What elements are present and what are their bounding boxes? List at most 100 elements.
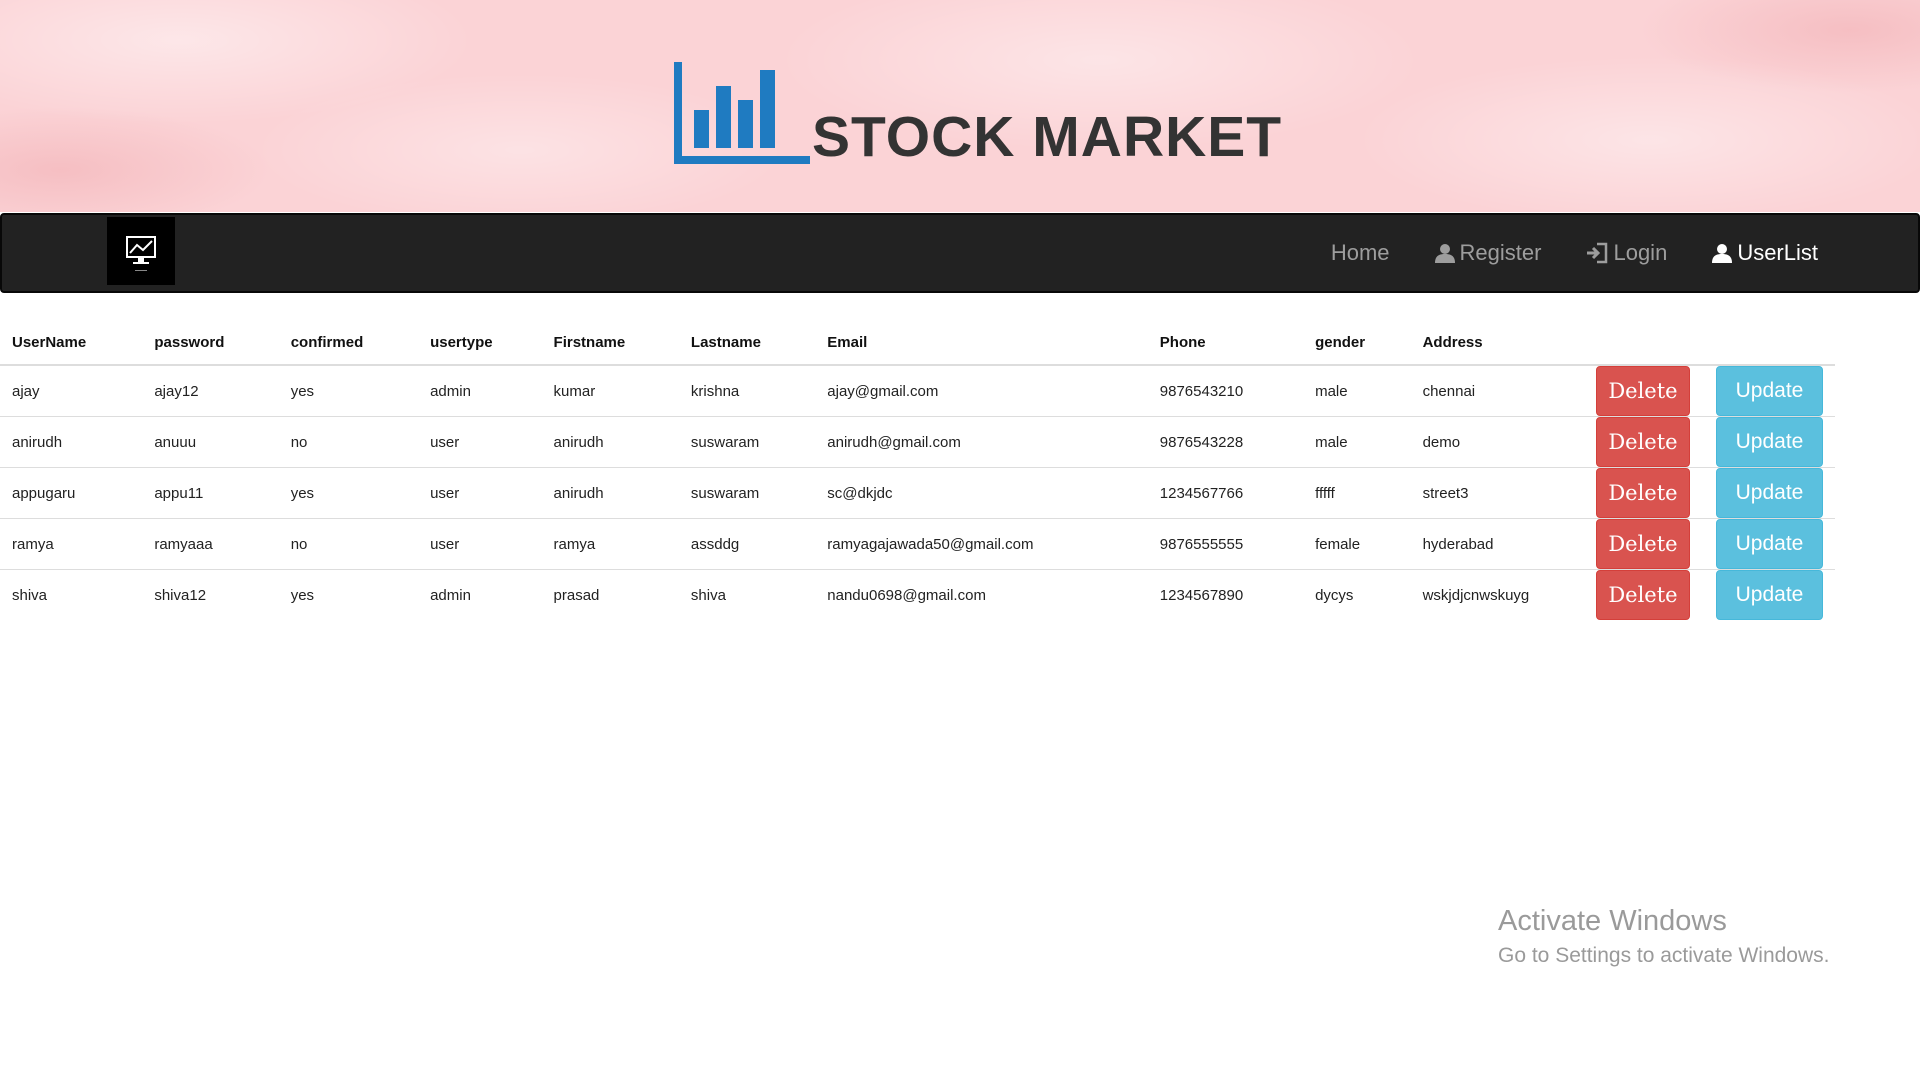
cell-firstname: prasad	[541, 569, 679, 620]
nav-register-label: Register	[1459, 240, 1542, 265]
table-row: anirudh anuuu no user anirudh suswaram a…	[0, 416, 1835, 468]
nav-home[interactable]: Home	[1331, 240, 1390, 266]
cell-gender: fffff	[1303, 467, 1411, 519]
table-row: shiva shiva12 yes admin prasad shiva nan…	[0, 569, 1835, 620]
cell-password: ramyaaa	[142, 518, 279, 570]
cell-email: ajay@gmail.com	[827, 382, 939, 400]
column-header: UserName	[0, 320, 143, 366]
column-header: Email	[815, 320, 1148, 366]
cell-username: ajay	[12, 382, 40, 400]
cell-lastname: suswaram	[678, 416, 816, 468]
cell-phone: 9876555555	[1147, 518, 1304, 570]
cell-email: ramyagajawada50@gmail.com	[815, 518, 1148, 570]
user-icon	[1712, 244, 1733, 263]
cell-phone: 1234567766	[1147, 467, 1304, 519]
cell-gender: male	[1303, 416, 1411, 468]
user-icon	[1434, 244, 1455, 263]
column-header: password	[142, 320, 279, 366]
cell-phone: 9876543228	[1147, 416, 1304, 468]
cell-address: street3	[1410, 467, 1584, 519]
navbar-logo[interactable]	[107, 217, 175, 285]
table-row: ajay ajay12 yes admin kumar krishna ajay…	[0, 365, 1835, 417]
bar-chart-logo-icon	[674, 62, 810, 164]
cell-username: ramya	[0, 518, 143, 570]
cell-usertype: user	[418, 416, 542, 468]
table-row: ramya ramyaaa no user ramya assddg ramya…	[0, 518, 1835, 570]
cell-usertype: user	[418, 518, 542, 570]
column-header: gender	[1303, 320, 1411, 366]
monitor-chart-icon	[126, 236, 156, 271]
delete-button[interactable]: Delete	[1595, 519, 1690, 569]
column-header: Firstname	[541, 320, 679, 366]
cell-confirmed: yes	[278, 569, 419, 620]
column-header: Phone	[1147, 320, 1304, 366]
nav-links: Home Register Login UserList	[1287, 215, 1818, 291]
cell-lastname: shiva	[678, 569, 816, 620]
cell-confirmed: yes	[278, 467, 419, 519]
cell-phone: 9876543210	[1159, 382, 1244, 400]
update-button[interactable]: Update	[1716, 366, 1823, 416]
cell-gender: male	[1315, 382, 1348, 400]
table-row: appugaru appu11 yes user anirudh suswara…	[0, 467, 1835, 519]
column-header-empty	[1704, 320, 1835, 366]
brand-title: STOCK MARKET	[812, 105, 1283, 169]
cell-gender: dycys	[1303, 569, 1411, 620]
cell-lastname: krishna	[690, 382, 740, 400]
column-header: confirmed	[278, 320, 419, 366]
cell-address: hyderabad	[1410, 518, 1584, 570]
users-table: UserName password confirmed usertype Fir…	[0, 320, 1835, 620]
table-header-row: UserName password confirmed usertype Fir…	[0, 320, 1835, 366]
header-banner: STOCK MARKET	[0, 0, 1920, 212]
update-button[interactable]: Update	[1716, 570, 1823, 620]
column-header: Lastname	[678, 320, 816, 366]
cell-confirmed: no	[278, 518, 419, 570]
cell-username: anirudh	[0, 416, 143, 468]
login-icon	[1587, 242, 1608, 264]
cell-password: anuuu	[142, 416, 279, 468]
column-header: usertype	[418, 320, 542, 366]
column-header-empty	[1583, 320, 1704, 366]
nav-home-label: Home	[1330, 240, 1390, 265]
cell-email: nandu0698@gmail.com	[815, 569, 1148, 620]
cell-firstname: anirudh	[541, 467, 679, 519]
cell-password: shiva12	[142, 569, 279, 620]
nav-login-label: Login	[1613, 240, 1668, 265]
cell-usertype: admin	[430, 382, 471, 400]
nav-register[interactable]: Register	[1434, 240, 1542, 266]
watermark-title: Activate Windows	[1498, 905, 1727, 937]
cell-password: appu11	[142, 467, 279, 519]
cell-gender: female	[1303, 518, 1411, 570]
cell-address: demo	[1410, 416, 1584, 468]
cell-usertype: admin	[418, 569, 542, 620]
cell-username: appugaru	[0, 467, 143, 519]
watermark-subtitle: Go to Settings to activate Windows.	[1498, 944, 1830, 967]
nav-userlist-label: UserList	[1737, 240, 1818, 265]
cell-lastname: assddg	[678, 518, 816, 570]
delete-button[interactable]: Delete	[1595, 366, 1690, 416]
column-header: Address	[1410, 320, 1584, 366]
delete-button[interactable]: Delete	[1595, 570, 1690, 620]
cell-firstname: anirudh	[541, 416, 679, 468]
cell-phone: 1234567890	[1147, 569, 1304, 620]
cell-confirmed: yes	[290, 382, 315, 400]
navbar: Home Register Login UserList	[0, 213, 1920, 293]
delete-button[interactable]: Delete	[1595, 417, 1690, 467]
cell-lastname: suswaram	[678, 467, 816, 519]
cell-address: wskjdjcnwskuyg	[1410, 569, 1584, 620]
update-button[interactable]: Update	[1716, 519, 1823, 569]
cell-username: shiva	[0, 569, 143, 620]
cell-usertype: user	[418, 467, 542, 519]
cell-confirmed: no	[278, 416, 419, 468]
nav-userlist[interactable]: UserList	[1711, 240, 1818, 266]
update-button[interactable]: Update	[1716, 417, 1823, 467]
cell-address: chennai	[1422, 382, 1476, 400]
update-button[interactable]: Update	[1716, 468, 1823, 518]
cell-firstname: kumar	[553, 382, 596, 400]
activate-windows-watermark: Activate Windows Go to Settings to activ…	[1498, 905, 1830, 968]
nav-login[interactable]: Login	[1585, 240, 1667, 266]
cell-password: ajay12	[154, 382, 199, 400]
cell-firstname: ramya	[541, 518, 679, 570]
cell-email: anirudh@gmail.com	[815, 416, 1148, 468]
delete-button[interactable]: Delete	[1595, 468, 1690, 518]
cell-email: sc@dkjdc	[815, 467, 1148, 519]
